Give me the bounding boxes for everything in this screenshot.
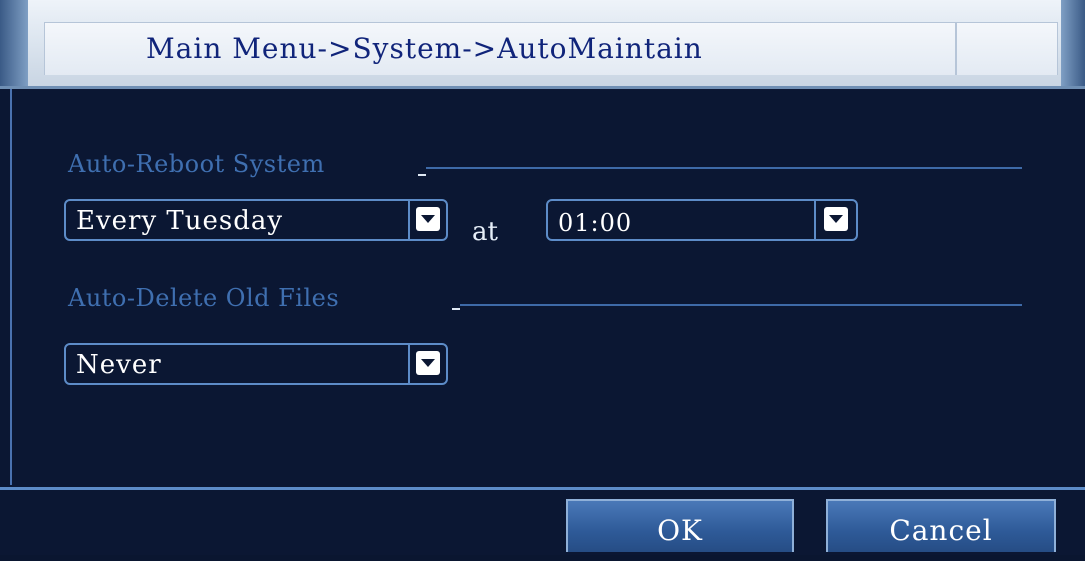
dropdown-separator bbox=[814, 201, 816, 239]
title-side-panel bbox=[956, 22, 1058, 75]
auto-maintain-window: Main Menu->System->AutoMaintain Auto-Reb… bbox=[0, 0, 1085, 555]
reboot-frequency-select[interactable]: Every Tuesday bbox=[64, 199, 448, 241]
at-label: at bbox=[472, 217, 498, 247]
chevron-down-icon[interactable] bbox=[416, 351, 440, 375]
chevron-down-icon[interactable] bbox=[824, 207, 848, 231]
auto-delete-value: Never bbox=[76, 350, 162, 380]
cancel-button[interactable]: Cancel bbox=[826, 499, 1056, 552]
ok-button[interactable]: OK bbox=[566, 499, 794, 552]
section-divider bbox=[418, 174, 426, 176]
section-divider bbox=[426, 167, 1022, 169]
auto-delete-label: Auto-Delete Old Files bbox=[68, 284, 340, 312]
dropdown-separator bbox=[408, 345, 410, 383]
auto-delete-select[interactable]: Never bbox=[64, 343, 448, 385]
title-bar: Main Menu->System->AutoMaintain bbox=[0, 0, 1085, 89]
reboot-time-value: 01:00 bbox=[558, 209, 633, 237]
chevron-down-icon[interactable] bbox=[416, 207, 440, 231]
reboot-time-select[interactable]: 01:00 bbox=[546, 199, 858, 241]
reboot-frequency-value: Every Tuesday bbox=[76, 206, 284, 236]
dropdown-separator bbox=[408, 201, 410, 239]
breadcrumb: Main Menu->System->AutoMaintain bbox=[146, 32, 703, 65]
section-divider bbox=[452, 308, 460, 310]
auto-reboot-label: Auto-Reboot System bbox=[68, 150, 325, 178]
section-divider bbox=[460, 304, 1022, 306]
